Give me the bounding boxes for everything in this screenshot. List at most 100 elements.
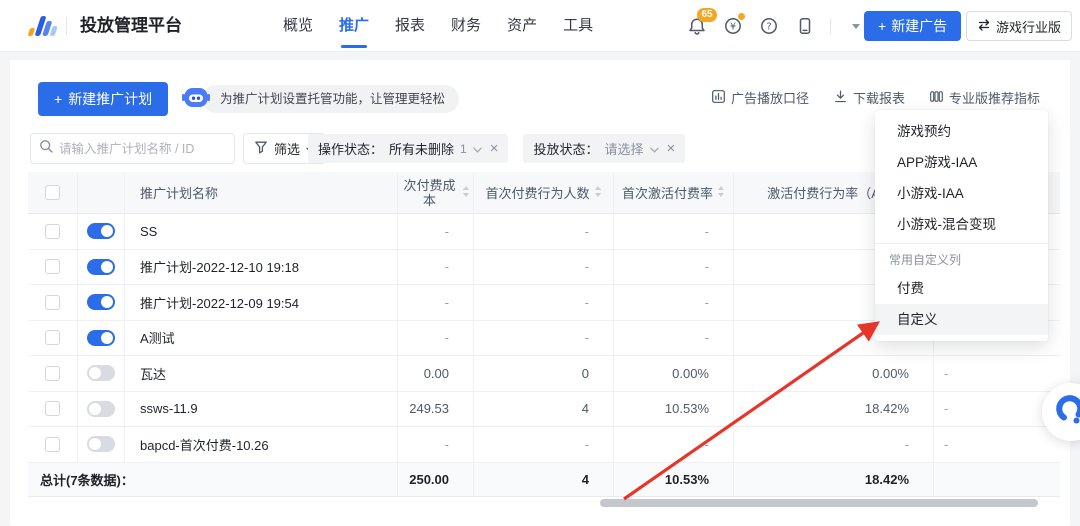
column-header-first-pay-cost: 次付费成本: [398, 172, 474, 213]
status-toggle[interactable]: [87, 436, 115, 453]
playback-caliber-link[interactable]: 广告播放口径: [711, 88, 809, 107]
sort-icon[interactable]: [594, 185, 602, 200]
cell-extra: -: [944, 365, 949, 381]
assistant-tip-text: 为推广计划设置托管功能，让管理更轻松: [202, 85, 460, 113]
plan-name[interactable]: bapcd-首次付费-10.26: [125, 427, 398, 462]
nav-item-assets[interactable]: 资产: [507, 0, 537, 52]
chip-operation-status[interactable]: 操作状态： 所有未删除 1 ×: [308, 134, 509, 163]
navbar-icons: 65 ¥ ?: [686, 0, 867, 52]
cell-first-payers: 0: [474, 356, 614, 391]
sort-icon[interactable]: [462, 185, 470, 200]
chip-delivery-status[interactable]: 投放状态： 请选择 ×: [523, 134, 686, 163]
table-total-row: 总计(7条数据)： 250.00 4 10.53% 18.42%: [28, 462, 1060, 497]
plan-name[interactable]: 瓦达: [125, 356, 398, 391]
cell-first-activation-pay-rate: -: [614, 427, 734, 462]
nav-item-tools[interactable]: 工具: [563, 0, 593, 52]
cell-first-pay-cost: -: [398, 285, 474, 320]
plan-name[interactable]: SS: [125, 214, 398, 249]
total-extra: [934, 463, 1060, 496]
metrics-dropdown-menu: 游戏预约 APP游戏-IAA 小游戏-IAA 小游戏-混合变现 常用自定义列 付…: [875, 110, 1048, 341]
row-checkbox[interactable]: [45, 365, 60, 381]
column-header-plan-name: 推广计划名称: [125, 172, 398, 213]
cell-first-payers: -: [474, 214, 614, 249]
status-toggle[interactable]: [87, 294, 115, 311]
dropdown-item-app-game-iaa[interactable]: APP游戏-IAA: [875, 147, 1048, 178]
table-row: 瓦达 0.00 0 0.00% 0.00% -: [28, 356, 1060, 392]
cell-first-payers: 4: [474, 391, 614, 426]
brand-logo-icon: [28, 13, 60, 44]
cell-first-activation-pay-rate: -: [614, 320, 734, 355]
total-cost: 250.00: [398, 462, 474, 496]
cell-first-payers: -: [474, 427, 614, 462]
cell-first-pay-cost: 0.00: [398, 356, 474, 391]
svg-text:?: ?: [766, 22, 771, 33]
headset-icon: [1054, 393, 1080, 432]
download-report-link[interactable]: 下载报表: [833, 88, 905, 107]
row-checkbox[interactable]: [45, 330, 60, 346]
cell-first-pay-cost: 249.53: [398, 391, 474, 426]
row-checkbox[interactable]: [45, 259, 60, 275]
close-icon[interactable]: ×: [490, 141, 499, 156]
row-checkbox[interactable]: [45, 436, 60, 452]
status-toggle[interactable]: [87, 329, 115, 346]
column-header-first-payers: 首次付费行为人数: [474, 172, 614, 213]
chevron-down-icon[interactable]: [649, 141, 659, 156]
cell-first-activation-pay-rate: -: [614, 249, 734, 284]
nav-item-reports[interactable]: 报表: [395, 0, 425, 52]
toggle-column-header: [78, 172, 125, 213]
dropdown-item-paid[interactable]: 付费: [875, 273, 1048, 304]
plus-icon: +: [878, 18, 887, 34]
total-rate2: 18.42%: [734, 462, 934, 496]
funnel-icon: [254, 140, 268, 157]
dropdown-item-mini-game-hybrid[interactable]: 小游戏-混合变现: [875, 209, 1048, 240]
row-checkbox[interactable]: [45, 401, 60, 417]
dropdown-item-game-reservation[interactable]: 游戏预约: [875, 116, 1048, 147]
pro-metrics-link[interactable]: 专业版推荐指标: [929, 88, 1040, 107]
dropdown-item-custom[interactable]: 自定义: [875, 304, 1048, 335]
dropdown-item-mini-game-iaa[interactable]: 小游戏-IAA: [875, 178, 1048, 209]
help-icon[interactable]: ?: [758, 15, 780, 37]
horizontal-scrollbar[interactable]: [600, 499, 1038, 507]
search-input[interactable]: [59, 141, 226, 156]
plan-name[interactable]: ssws-11.9: [125, 391, 398, 426]
assistant-tip[interactable]: 为推广计划设置托管功能，让管理更轻松: [181, 82, 460, 117]
chip-count: 1: [460, 141, 467, 156]
row-checkbox[interactable]: [45, 294, 60, 310]
wallet-icon[interactable]: ¥: [722, 13, 745, 37]
top-navbar: 投放管理平台 概览 推广 报表 财务 资产 工具 65 ¥ ? + 新建广告 游…: [0, 0, 1080, 52]
sort-icon[interactable]: [717, 185, 725, 200]
bell-icon[interactable]: 65: [686, 8, 717, 37]
cell-activation-pay-behavior-rate: 0.00%: [734, 356, 934, 391]
status-toggle[interactable]: [87, 223, 115, 240]
robot-assistant-icon: [181, 82, 211, 117]
nav-item-overview[interactable]: 概览: [283, 0, 313, 52]
cell-first-payers: -: [474, 249, 614, 284]
nav-item-finance[interactable]: 财务: [451, 0, 481, 52]
cell-first-pay-cost: -: [398, 249, 474, 284]
dropdown-divider: [875, 243, 1048, 244]
status-toggle[interactable]: [87, 400, 115, 417]
column-header-first-activation-pay-rate: 首次激活付费率: [614, 172, 734, 213]
plan-name[interactable]: 推广计划-2022-12-09 19:54: [125, 285, 398, 320]
cell-activation-pay-behavior-rate: 18.42%: [734, 391, 934, 426]
table-row: ssws-11.9 249.53 4 10.53% 18.42% -: [28, 391, 1060, 427]
close-icon[interactable]: ×: [667, 141, 676, 156]
columns-icon: [929, 89, 944, 107]
select-all-checkbox[interactable]: [45, 185, 60, 200]
row-checkbox[interactable]: [45, 223, 60, 239]
plan-name[interactable]: 推广计划-2022-12-10 19:18: [125, 249, 398, 284]
cell-first-pay-cost: -: [398, 427, 474, 462]
status-toggle[interactable]: [87, 258, 115, 275]
nav-item-promotion[interactable]: 推广: [339, 0, 369, 52]
mobile-icon[interactable]: [794, 15, 816, 37]
svg-text:¥: ¥: [730, 21, 736, 32]
status-toggle[interactable]: [87, 365, 115, 382]
logo-divider: [66, 17, 67, 35]
industry-switch-button[interactable]: 游戏行业版: [966, 11, 1073, 41]
chevron-down-icon[interactable]: [472, 141, 482, 156]
plan-name[interactable]: A测试: [125, 320, 398, 355]
new-ad-button[interactable]: + 新建广告: [864, 11, 962, 41]
cell-first-payers: -: [474, 320, 614, 355]
new-plan-button[interactable]: + 新建推广计划: [38, 82, 169, 116]
total-label: 总计(7条数据)：: [28, 462, 398, 496]
